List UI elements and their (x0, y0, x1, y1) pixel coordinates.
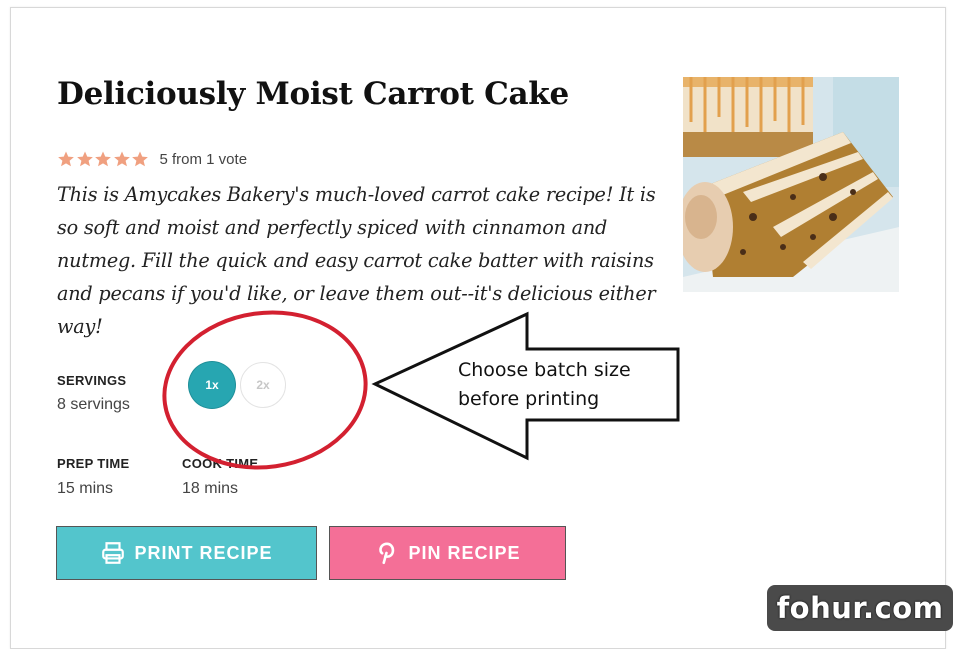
cook-time-value: 18 mins (182, 480, 239, 497)
watermark-text: fohur.com (776, 591, 944, 625)
recipe-summary: This is Amycakes Bakery's much-loved car… (57, 183, 656, 338)
batch-2x-button[interactable]: 2x (240, 362, 286, 408)
star-icon[interactable] (94, 150, 112, 168)
pin-recipe-button[interactable]: PIN RECIPE (329, 526, 566, 580)
cook-time-label: COOK TIME (182, 456, 259, 471)
pin-recipe-label: PIN RECIPE (408, 542, 521, 563)
print-recipe-label: PRINT RECIPE (134, 542, 273, 563)
callout-line-1: Choose batch size (458, 359, 631, 381)
star-icon[interactable] (131, 150, 149, 168)
callout-text: Choose batch size before printing (458, 356, 658, 414)
star-icon[interactable] (57, 150, 75, 168)
rating-summary: 5 from 1 vote (159, 150, 248, 168)
recipe-photo (683, 77, 899, 292)
servings-label: SERVINGS (57, 373, 127, 388)
recipe-title: Deliciously Moist Carrot Cake (57, 76, 569, 112)
callout-line-2: before printing (458, 388, 600, 410)
prep-time-value: 15 mins (57, 480, 114, 497)
watermark: fohur.com (767, 585, 953, 631)
servings-value: 8 servings (57, 396, 130, 413)
batch-1x-button[interactable]: 1x (189, 362, 235, 408)
star-icon[interactable] (113, 150, 131, 168)
prep-time-label: PREP TIME (57, 456, 130, 471)
printer-icon (100, 540, 126, 566)
rating-row: 5 from 1 vote (57, 150, 247, 168)
print-recipe-button[interactable]: PRINT RECIPE (56, 526, 317, 580)
star-rating[interactable] (57, 150, 150, 168)
pinterest-icon (374, 540, 400, 566)
star-icon[interactable] (76, 150, 94, 168)
